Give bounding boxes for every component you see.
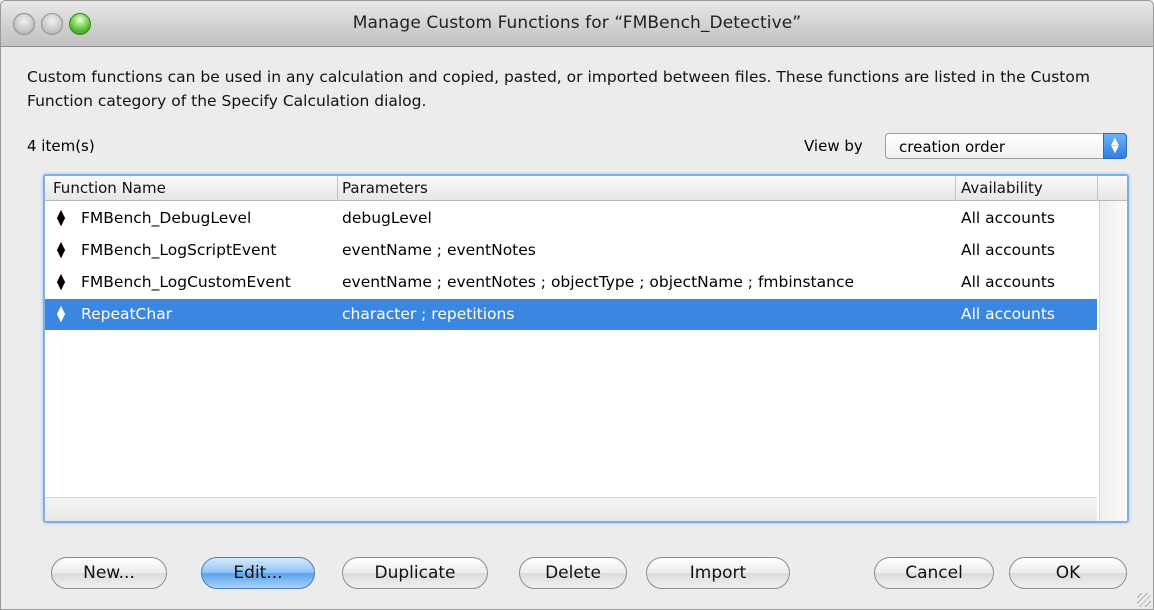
view-by-select[interactable]: creation order ▲ ▼ [885,133,1127,159]
parameters-cell: eventName ; eventNotes ; objectType ; ob… [342,273,855,291]
view-by-label: View by [804,137,863,155]
resize-grip-icon[interactable] [1137,593,1151,607]
title-bar[interactable]: Manage Custom Functions for “FMBench_Det… [1,1,1153,47]
import-button[interactable]: Import [646,557,790,589]
availability-cell: All accounts [961,273,1055,291]
column-divider [1097,176,1098,201]
view-by-value: creation order [899,138,1006,156]
table-row[interactable]: ▲ ▼ FMBench_LogScriptEvent eventName ; ev… [45,235,1097,266]
table-row-selected[interactable]: ▲ ▼ RepeatChar character ; repetitions Al… [45,299,1097,330]
parameters-cell: character ; repetitions [342,305,515,323]
description-text: Custom functions can be used in any calc… [27,68,1090,110]
edit-button[interactable]: Edit... [201,557,315,589]
ok-button[interactable]: OK [1009,557,1127,589]
table-row[interactable]: ▲ ▼ FMBench_DebugLevel debugLevel All acc… [45,203,1097,234]
item-count: 4 item(s) [27,137,95,155]
drag-handle-icon[interactable]: ▲ ▼ [56,240,66,259]
new-button[interactable]: New... [51,557,167,589]
availability-cell: All accounts [961,241,1055,259]
function-name-cell: FMBench_LogScriptEvent [81,241,277,259]
table-row[interactable]: ▲ ▼ FMBench_LogCustomEvent eventName ; ev… [45,267,1097,298]
availability-cell: All accounts [961,305,1055,323]
window-title: Manage Custom Functions for “FMBench_Det… [352,13,802,33]
parameters-cell: debugLevel [342,209,432,227]
column-header-parameters[interactable]: Parameters [342,179,428,197]
availability-cell: All accounts [961,209,1055,227]
column-header-function-name[interactable]: Function Name [53,179,166,197]
column-header-availability[interactable]: Availability [961,179,1043,197]
dialog-window: Manage Custom Functions for “FMBench_Det… [0,0,1154,610]
function-name-cell: FMBench_LogCustomEvent [81,273,291,291]
column-divider[interactable] [337,176,338,201]
cancel-button[interactable]: Cancel [874,557,994,589]
updown-arrows-icon: ▲ ▼ [1103,133,1127,159]
function-name-cell: RepeatChar [81,305,173,323]
horizontal-scrollbar[interactable] [45,497,1097,521]
drag-handle-icon[interactable]: ▲ ▼ [56,304,66,323]
duplicate-button[interactable]: Duplicate [342,557,488,589]
vertical-scrollbar[interactable] [1099,201,1127,521]
table-header: Function Name Parameters Availability [45,176,1127,201]
column-divider[interactable] [955,176,956,201]
function-name-cell: FMBench_DebugLevel [81,209,252,227]
parameters-cell: eventName ; eventNotes [342,241,536,259]
functions-table[interactable]: Function Name Parameters Availability ▲ ▼… [43,174,1129,523]
drag-handle-icon[interactable]: ▲ ▼ [56,208,66,227]
delete-button[interactable]: Delete [519,557,627,589]
drag-handle-icon[interactable]: ▲ ▼ [56,272,66,291]
